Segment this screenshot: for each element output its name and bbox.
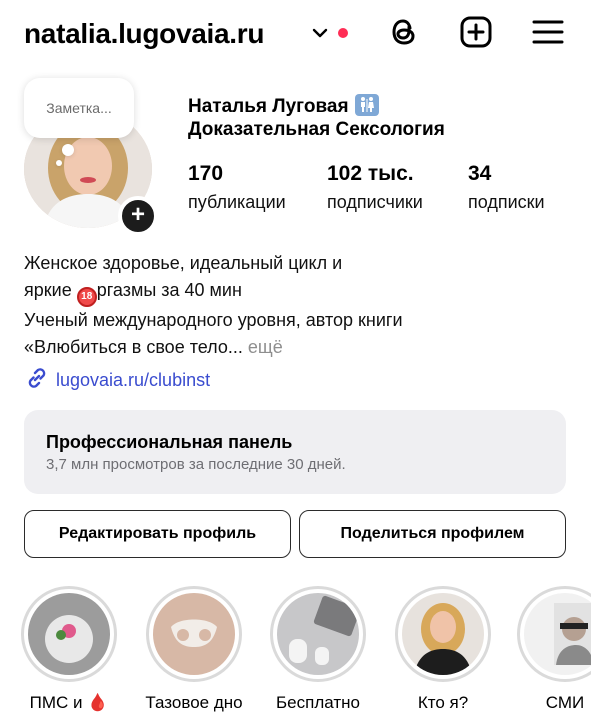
stat-posts-value: 170: [188, 162, 224, 185]
unread-dot: [338, 28, 348, 38]
highlight-ring: [517, 586, 591, 682]
stat-followers-value: 102 тыс.: [327, 162, 414, 185]
highlight-cover: [277, 593, 359, 675]
note-bubble[interactable]: Заметка...: [24, 78, 134, 138]
highlight-label: Тазовое дно: [145, 693, 243, 712]
highlight-ring: [395, 586, 491, 682]
share-profile-button[interactable]: Поделиться профилем: [299, 510, 566, 558]
stat-following-value: 34: [468, 162, 492, 185]
profile-link-text[interactable]: lugovaia.ru/clubinst: [56, 370, 210, 390]
panel-subtitle: 3,7 млн просмотров за последние 30 дней.: [46, 456, 346, 473]
highlight-ring: [21, 586, 117, 682]
note-tail: [62, 144, 74, 156]
edit-profile-button[interactable]: Редактировать профиль: [24, 510, 291, 558]
highlight-cover: [524, 593, 591, 675]
username[interactable]: natalia.lugovaia.ru: [24, 14, 264, 54]
top-bar: natalia.lugovaia.ru: [0, 0, 591, 70]
highlight-label: ПМС и 🩸: [29, 693, 109, 712]
panel-title: Профессиональная панель: [46, 432, 293, 452]
highlight-media[interactable]: СМИ: [516, 586, 591, 714]
highlight-free[interactable]: Бесплатно: [269, 586, 367, 714]
add-story-button[interactable]: +: [118, 196, 158, 236]
highlight-label: СМИ: [545, 693, 585, 712]
chevron-down-icon[interactable]: [312, 26, 328, 38]
threads-icon[interactable]: [386, 14, 422, 50]
profile-name-text: Наталья Луговая: [188, 96, 349, 117]
bio-text: ргазмы за 40 мин: [96, 280, 242, 300]
highlight-cover: [153, 593, 235, 675]
add-post-icon[interactable]: [458, 14, 494, 50]
bio-line: «Влюбиться в свое тело... ещё: [24, 334, 564, 361]
highlight-cover: [402, 593, 484, 675]
highlight-pms[interactable]: ПМС и 🩸: [20, 586, 118, 714]
stat-posts-label: публикации: [188, 192, 286, 212]
menu-icon[interactable]: [530, 14, 566, 50]
highlight-who-am-i[interactable]: Кто я?: [394, 586, 492, 714]
highlight-label: Бесплатно: [276, 693, 360, 712]
highlight-pelvic-floor[interactable]: Тазовое дно: [145, 586, 243, 714]
highlight-ring: [270, 586, 366, 682]
stat-following-label: подписки: [468, 192, 545, 212]
stat-followers-label: подписчики: [327, 192, 423, 212]
link-icon: [28, 368, 46, 388]
stat-posts[interactable]: 170 публикации: [188, 160, 286, 216]
bio-text: яркие: [24, 280, 77, 300]
bio-text: «Влюбиться в свое тело...: [24, 337, 243, 357]
profile-category: Доказательная Сексология: [188, 119, 445, 140]
highlight-ring: [146, 586, 242, 682]
note-tail: [56, 160, 62, 166]
18-plus-emoji-icon: 18: [76, 287, 97, 307]
stat-followers[interactable]: 102 тыс. подписчики: [327, 160, 423, 216]
profile-link[interactable]: lugovaia.ru/clubinst: [24, 365, 210, 393]
bio-line: Женское здоровье, идеальный цикл и: [24, 253, 343, 273]
highlight-label: Кто я?: [417, 693, 469, 712]
bio-line: Ученый международного уровня, автор книг…: [24, 310, 403, 330]
bio-more-link[interactable]: ещё: [248, 337, 283, 357]
bio: Женское здоровье, идеальный цикл и яркие…: [24, 250, 564, 361]
professional-dashboard[interactable]: Профессиональная панель 3,7 млн просмотр…: [24, 410, 566, 494]
highlight-cover: [28, 593, 110, 675]
restroom-emoji-icon: [354, 94, 379, 116]
bio-line: яркие 18 ргазмы за 40 мин: [24, 277, 564, 307]
stat-following[interactable]: 34 подписки: [468, 160, 545, 216]
